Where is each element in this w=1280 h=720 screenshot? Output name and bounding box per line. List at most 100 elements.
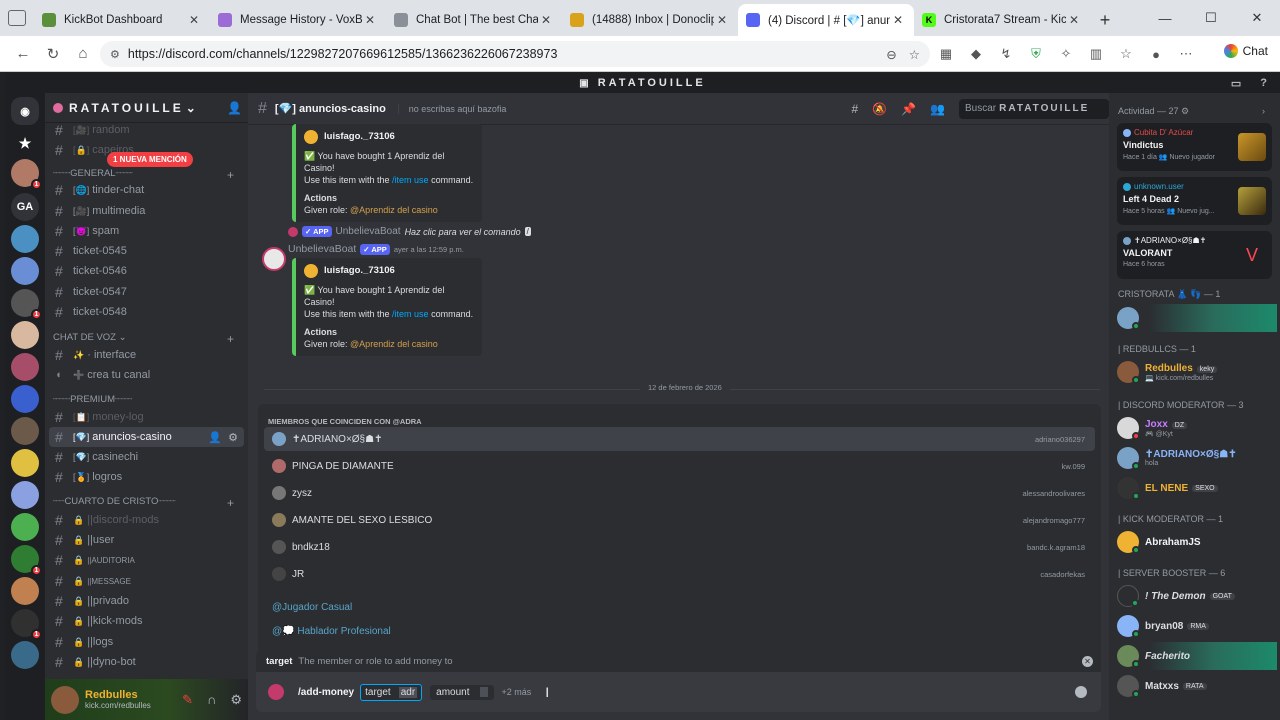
channel-item[interactable]: # [🎥] multimedia	[49, 201, 244, 221]
member-item[interactable]: AbrahamJS	[1117, 528, 1277, 556]
role-suggestion[interactable]: @Jugador Casual	[272, 602, 352, 613]
member-item[interactable]: Matxxs RATA	[1117, 672, 1277, 700]
option-target-field[interactable]: target adr	[360, 683, 423, 701]
invite-icon[interactable]: 👤	[208, 431, 222, 444]
server-icon[interactable]	[11, 385, 39, 413]
channel-item[interactable]: # ticket-0545	[49, 241, 244, 261]
member-item[interactable]: Joxx DZ 🎮 @Kyt	[1117, 414, 1277, 442]
user-settings-gear-icon[interactable]: ⚙	[230, 692, 242, 708]
member-item[interactable]: ✝ADRIANO×Ø§☗✝ hola	[1117, 444, 1277, 472]
server-icon[interactable]	[11, 481, 39, 509]
channel-settings-gear-icon[interactable]: ⚙	[228, 431, 238, 444]
browser-tab[interactable]: Chat Bot | The best ChatBot✕	[386, 4, 562, 36]
emoji-picker-icon[interactable]	[1075, 686, 1087, 698]
channel-item[interactable]: # [🌐] tinder-chat	[49, 180, 244, 200]
category-general[interactable]: ┈┈┈GENERAL┈┈┈ +	[53, 168, 234, 182]
member-suggestion[interactable]: zysz alessandroolivares	[264, 481, 1095, 505]
member-suggestion[interactable]: PINGA DE DIAMANTE kw.099	[264, 454, 1095, 478]
channel-item[interactable]: # ticket-0548	[49, 302, 244, 322]
tab-search-icon[interactable]	[8, 10, 26, 26]
close-tab-icon[interactable]: ✕	[538, 13, 554, 27]
new-tab-button[interactable]: +	[1090, 4, 1120, 36]
channel-item[interactable]: # [🎥] random	[49, 120, 244, 140]
channel-item[interactable]: # 🔒 ||kick-mods	[49, 611, 244, 631]
option-amount-field[interactable]: amount	[430, 684, 494, 700]
channel-item[interactable]: # [💎] casinechi	[49, 447, 244, 467]
profile-avatar[interactable]: ●	[1146, 42, 1166, 66]
server-icon[interactable]	[11, 225, 39, 253]
member-suggestion[interactable]: bndkz18 bandc.k.agram18	[264, 535, 1095, 559]
home-icon[interactable]: ⌂	[68, 39, 98, 69]
role-mention[interactable]: @Aprendiz del casino	[350, 339, 438, 349]
microphone-muted-icon[interactable]: ✎	[182, 692, 193, 708]
browser-tab[interactable]: K Cristorata7 Stream - Kick D✕	[914, 4, 1090, 36]
category-premium[interactable]: ┈┈┈PREMIUM┈┈┈	[53, 394, 132, 405]
close-tab-icon[interactable]: ✕	[890, 13, 906, 27]
member-item[interactable]: Redbulles keky 💻 kick.com/redbulles	[1117, 358, 1277, 386]
copilot-chat-button[interactable]: Chat	[1223, 44, 1268, 58]
headphones-icon[interactable]: ∩	[207, 692, 216, 708]
search-input[interactable]: Buscar RATATOUILLE	[959, 98, 1109, 119]
message-input[interactable]: /add-money target adr amount +2 más I	[256, 672, 1101, 712]
channel-item[interactable]: # ticket-0547	[49, 282, 244, 302]
shield-icon[interactable]: ⛨	[1026, 42, 1046, 66]
pin-icon[interactable]: 📌	[901, 102, 916, 116]
channel-item[interactable]: # [📋] money-log	[49, 407, 244, 427]
channel-item[interactable]: # 🔒 ||MESSAGE	[49, 571, 244, 591]
split-screen-icon[interactable]: ▥	[1086, 42, 1106, 66]
member-suggestion[interactable]: AMANTE DEL SEXO LESBICO alejandromago777	[264, 508, 1095, 532]
command-link[interactable]: /item use	[392, 309, 429, 319]
favorites-star-icon[interactable]: ★	[11, 129, 39, 157]
channel-item[interactable]: # 🔒 ||user	[49, 530, 244, 550]
menu-icon[interactable]: ⋯	[1176, 42, 1196, 66]
server-icon[interactable]	[11, 449, 39, 477]
reload-icon[interactable]: ↻	[38, 39, 68, 69]
channel-item[interactable]: # [🏅] logros	[49, 467, 244, 487]
members-list-icon[interactable]: 👥	[930, 102, 945, 116]
close-window-icon[interactable]: ✕	[1234, 0, 1280, 36]
browser-tab[interactable]: KickBot Dashboard ✕	[34, 4, 210, 36]
add-channel-icon[interactable]: +	[227, 332, 234, 346]
notification-bell-icon[interactable]: 🔕	[872, 102, 887, 116]
browser-tab[interactable]: Message History - VoxBot ✕	[210, 4, 386, 36]
activity-card[interactable]: ✝ADRIANO×Ø§☗✝ VALORANT Hace 6 horas V	[1117, 231, 1272, 279]
puzzle-icon[interactable]: ✧	[1056, 42, 1076, 66]
channel-item[interactable]: # 🔒 ||AUDITORIA	[49, 550, 244, 570]
server-icon[interactable]	[11, 577, 39, 605]
voice-channel-item[interactable]: # ✨ · interface	[49, 345, 244, 365]
inbox-icon[interactable]: ▭	[1231, 77, 1244, 90]
member-item[interactable]: EL NENE SEXO	[1117, 474, 1277, 502]
server-icon[interactable]: 1	[11, 289, 42, 320]
extension-icon[interactable]: ▦	[936, 42, 956, 66]
server-icon[interactable]	[11, 257, 39, 285]
close-tab-icon[interactable]: ✕	[362, 13, 378, 27]
server-header[interactable]: RATATOUILLE ⌄ 👤	[45, 93, 248, 123]
server-icon[interactable]: 1	[11, 159, 42, 190]
minimize-icon[interactable]: —	[1142, 0, 1188, 36]
address-bar[interactable]: ⚙ https://discord.com/channels/122982720…	[100, 41, 930, 67]
bot-avatar[interactable]	[262, 247, 286, 271]
favorites-icon[interactable]: ☆	[1116, 42, 1136, 66]
browser-tab-active[interactable]: (4) Discord | # [💎] anunc ✕	[738, 4, 914, 36]
threads-icon[interactable]: #	[851, 102, 858, 116]
member-item[interactable]: bryan08 RMA	[1117, 612, 1277, 640]
channel-item[interactable]: # 🔒 ||discord-mods	[49, 510, 244, 530]
new-mention-badge[interactable]: 1 NUEVA MENCIÓN	[107, 152, 193, 167]
category-cristo[interactable]: ┈┈CUARTO DE CRISTO┈┈┈ +	[53, 496, 234, 510]
member-suggestion[interactable]: JR casadorfekas	[264, 562, 1095, 586]
chevron-right-icon[interactable]: ›	[1262, 106, 1265, 116]
browser-tab[interactable]: (14888) Inbox | Donoclip ✕	[562, 4, 738, 36]
channel-item[interactable]: # 🔒 ||dyno-bot	[49, 652, 244, 672]
close-hint-icon[interactable]: ✕	[1082, 655, 1093, 667]
extension-icon[interactable]: ◆	[966, 42, 986, 66]
member-suggestion[interactable]: ✝ADRIANO×Ø§☗✝ adriano036297	[264, 427, 1095, 451]
channel-item[interactable]: # ticket-0546	[49, 261, 244, 281]
server-icon[interactable]	[11, 513, 39, 541]
add-member-icon[interactable]: 👤	[227, 101, 242, 115]
activity-card[interactable]: Cubita D' Azúcar Vindictus Hace 1 día 👥 …	[1117, 123, 1272, 171]
close-tab-icon[interactable]: ✕	[714, 13, 730, 27]
server-icon[interactable]	[11, 353, 39, 381]
zoom-icon[interactable]: ⊖	[886, 47, 896, 62]
member-item[interactable]: Facherito	[1117, 642, 1277, 670]
message-author[interactable]: UnbelievaBoat	[288, 243, 356, 255]
